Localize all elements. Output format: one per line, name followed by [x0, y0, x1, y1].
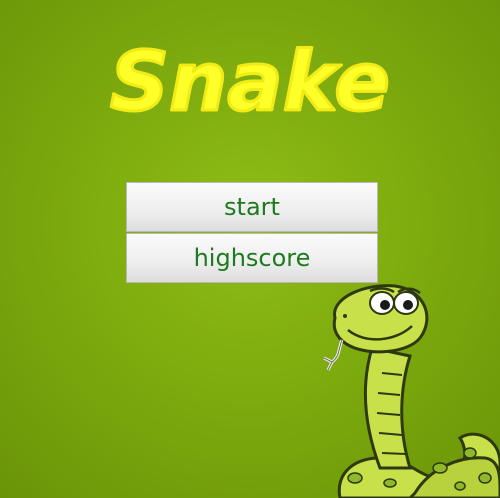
title-label: Snake — [110, 35, 390, 130]
game-title: Snake — [0, 22, 500, 132]
snake-nostril — [343, 314, 347, 318]
start-button[interactable]: start — [126, 182, 378, 232]
snake-neck — [363, 346, 413, 470]
snake-pupil-left — [380, 300, 390, 310]
game-screen: Snake start highscore — [0, 0, 500, 498]
game-title-text: Snake — [109, 34, 392, 132]
highscore-button[interactable]: highscore — [126, 233, 378, 283]
snake-pupil-right — [403, 300, 413, 310]
snake-tongue — [323, 339, 344, 371]
main-menu: start highscore — [126, 182, 378, 283]
snake-mascot-icon — [310, 278, 500, 498]
